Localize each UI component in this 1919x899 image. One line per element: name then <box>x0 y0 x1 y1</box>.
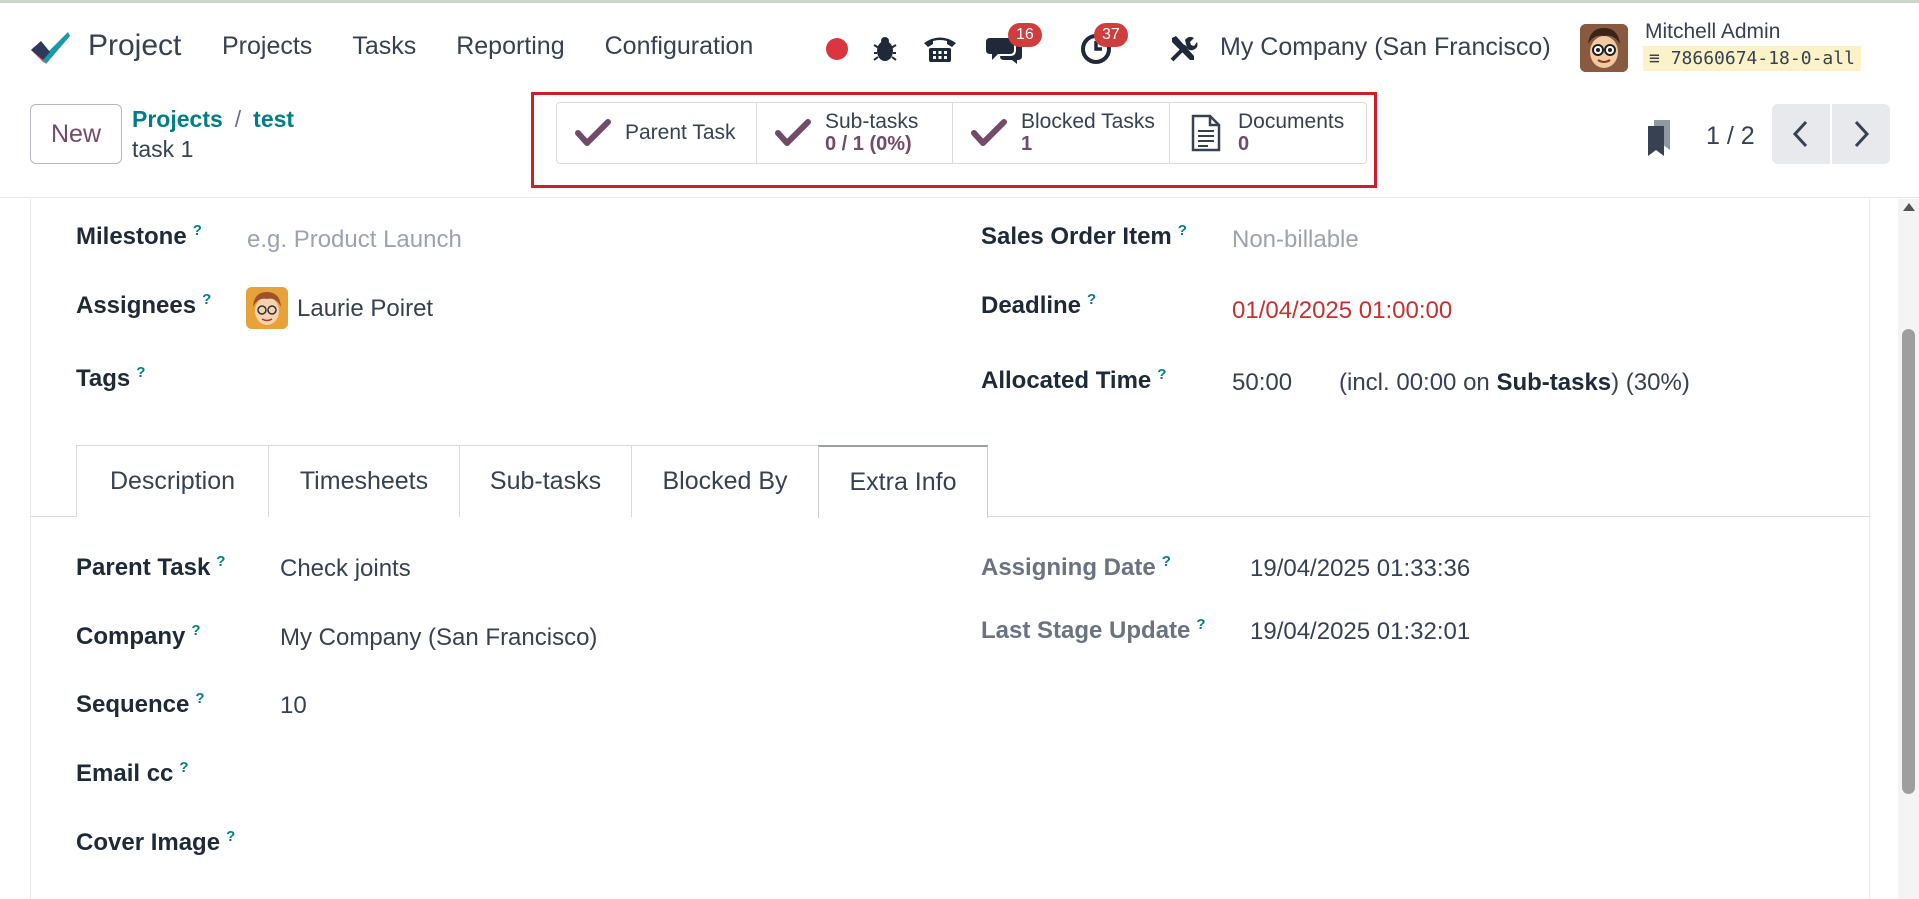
database-icon: ≡ <box>1649 48 1660 69</box>
menu-reporting[interactable]: Reporting <box>456 32 564 61</box>
menu-tasks[interactable]: Tasks <box>352 32 416 61</box>
deadline-label: Deadline? <box>981 291 1097 319</box>
tab-timesheets[interactable]: Timesheets <box>268 445 460 517</box>
messages-icon[interactable]: 16 <box>982 23 1042 73</box>
parent-task-label: Parent Task? <box>76 553 226 581</box>
assigning-date-value: 19/04/2025 01:33:36 <box>1250 555 1471 582</box>
parent-task-label: Parent Task <box>625 121 736 144</box>
assignee-avatar[interactable] <box>246 287 288 329</box>
activities-badge: 37 <box>1094 23 1128 47</box>
allocated-time-label: Allocated Time? <box>981 366 1167 394</box>
user-name[interactable]: Mitchell Admin <box>1645 20 1780 44</box>
parent-task-field[interactable]: Check joints <box>280 555 411 583</box>
top-navbar: Project Projects Tasks Reporting Configu… <box>0 0 1919 92</box>
allocated-time-note-subtasks: Sub-tasks <box>1496 369 1612 396</box>
project-app-logo-icon[interactable] <box>28 28 70 68</box>
activities-icon[interactable]: 37 <box>1074 23 1128 73</box>
chevron-right-icon <box>1854 120 1870 148</box>
check-icon <box>575 115 611 151</box>
menu-configuration[interactable]: Configuration <box>605 32 754 61</box>
chevron-left-icon <box>1792 120 1808 148</box>
last-stage-update-value: 19/04/2025 01:32:01 <box>1250 618 1471 645</box>
tags-label: Tags? <box>76 364 146 392</box>
record-icon[interactable] <box>822 25 852 73</box>
tab-description[interactable]: Description <box>76 445 269 517</box>
breadcrumb-projects[interactable]: Projects <box>132 106 223 132</box>
blocked-tasks-button[interactable]: Blocked Tasks 1 <box>953 103 1170 163</box>
breadcrumb-separator: / <box>234 106 242 132</box>
last-stage-update-label: Last Stage Update? <box>981 616 1206 644</box>
sales-order-item-label: Sales Order Item? <box>981 222 1187 250</box>
assignee-name[interactable]: Laurie Poiret <box>297 295 433 323</box>
bug-icon[interactable] <box>870 25 900 73</box>
cover-image-label: Cover Image? <box>76 828 236 856</box>
email-cc-label: Email cc? <box>76 759 189 787</box>
bookmark-icon[interactable] <box>1646 118 1672 156</box>
settings-tools-icon[interactable] <box>1166 25 1200 73</box>
documents-label: Documents <box>1238 110 1345 133</box>
assigning-date-label: Assigning Date? <box>981 553 1171 581</box>
sales-order-item-field[interactable]: Non-billable <box>1232 226 1359 254</box>
company-label: Company? <box>76 622 201 650</box>
cover-image-field[interactable] <box>280 828 880 860</box>
blocked-tasks-label: Blocked Tasks <box>1021 110 1155 133</box>
milestone-label: Milestone? <box>76 222 202 250</box>
check-icon <box>971 115 1007 151</box>
company-switcher[interactable]: My Company (San Francisco) <box>1220 33 1551 62</box>
breadcrumb-test[interactable]: test <box>253 106 294 132</box>
vertical-scrollbar[interactable] <box>1898 199 1919 899</box>
sub-tasks-label: Sub-tasks <box>825 110 919 133</box>
breadcrumb: Projects / test <box>132 106 294 133</box>
allocated-time-field[interactable]: 50:00 <box>1232 369 1292 397</box>
document-icon <box>1188 114 1224 152</box>
pager-next-button[interactable] <box>1832 104 1890 164</box>
documents-value: 0 <box>1238 133 1250 155</box>
phone-icon[interactable] <box>922 25 958 73</box>
messages-badge: 16 <box>1008 23 1042 47</box>
sub-tasks-button[interactable]: Sub-tasks 0 / 1 (0%) <box>757 103 953 163</box>
check-icon <box>775 115 811 151</box>
database-label: 78660674-18-0-all <box>1670 48 1855 69</box>
app-name[interactable]: Project <box>88 29 181 63</box>
tab-sub-tasks[interactable]: Sub-tasks <box>459 445 632 517</box>
tab-blocked-by[interactable]: Blocked By <box>631 445 819 517</box>
scrollbar-thumb[interactable] <box>1902 329 1915 794</box>
user-avatar[interactable] <box>1580 24 1628 72</box>
scroll-up-arrow-icon[interactable] <box>1903 203 1915 211</box>
tab-extra-info[interactable]: Extra Info <box>818 445 988 518</box>
database-name: ≡ 78660674-18-0-all <box>1643 46 1861 71</box>
smart-buttons: Parent Task Sub-tasks 0 / 1 (0%) Blocked… <box>556 102 1367 164</box>
milestone-field[interactable]: e.g. Product Launch <box>247 226 462 254</box>
main-menu: Projects Tasks Reporting Configuration <box>222 32 753 61</box>
control-panel: New Projects / test task 1 Parent Task Sub… <box>0 92 1919 254</box>
tags-field[interactable] <box>247 364 847 396</box>
pager-previous-button[interactable] <box>1772 104 1830 164</box>
menu-projects[interactable]: Projects <box>222 32 312 61</box>
parent-task-button[interactable]: Parent Task <box>557 103 757 163</box>
allocated-time-note: (incl. 00:00 on Sub-tasks) (30%) <box>1339 369 1690 396</box>
sequence-field[interactable]: 10 <box>280 692 307 720</box>
documents-button[interactable]: Documents 0 <box>1170 103 1366 163</box>
pager-value[interactable]: 1 / 2 <box>1706 122 1755 151</box>
record-name: task 1 <box>132 136 194 162</box>
sequence-label: Sequence? <box>76 690 205 718</box>
assignees-label: Assignees? <box>76 291 212 319</box>
sub-tasks-value: 0 / 1 (0%) <box>825 133 912 155</box>
company-field[interactable]: My Company (San Francisco) <box>280 624 597 652</box>
new-button[interactable]: New <box>30 104 122 164</box>
deadline-field[interactable]: 01/04/2025 01:00:00 <box>1232 297 1452 325</box>
email-cc-field[interactable] <box>280 759 880 791</box>
blocked-tasks-value: 1 <box>1021 133 1033 155</box>
